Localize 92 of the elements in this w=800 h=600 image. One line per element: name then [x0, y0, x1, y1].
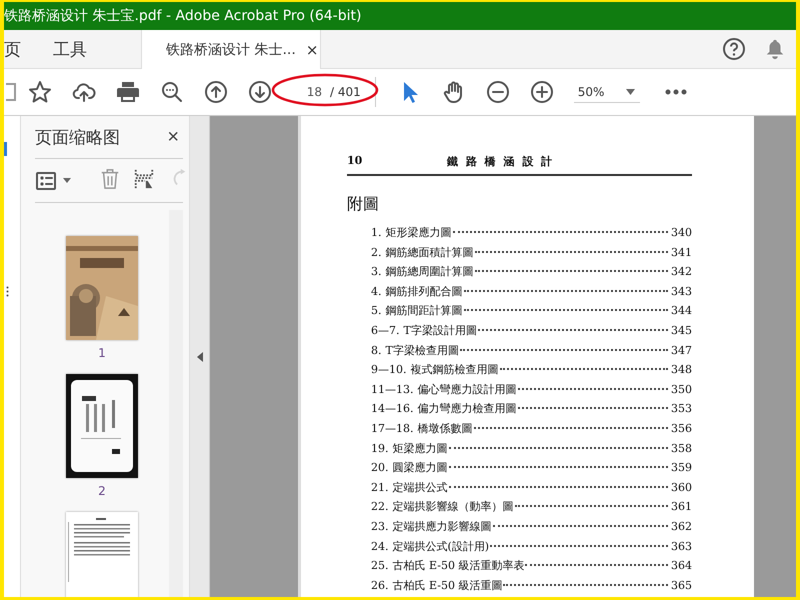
entry-page: 365 — [670, 578, 692, 592]
entry-number: 3. — [371, 265, 382, 278]
entry-title: 古柏氏 E-50 級活重動率表 — [392, 558, 524, 574]
entry-page: 353 — [670, 402, 692, 416]
entry-number: 20. — [371, 461, 388, 474]
entry-number: 26. — [371, 578, 388, 592]
collapse-handle[interactable] — [189, 116, 210, 597]
entry-number: 21. — [371, 480, 388, 494]
entry-page: 348 — [670, 363, 692, 376]
entry-number: 4. — [371, 284, 382, 298]
star-icon[interactable] — [28, 80, 52, 104]
entry-number: 2. — [371, 246, 382, 259]
entry-number: 22. — [371, 500, 388, 514]
entry-page: 341 — [670, 246, 692, 259]
page-number: 10 — [347, 154, 364, 169]
entry-page: 359 — [670, 461, 692, 474]
entry-number: 8. — [371, 344, 382, 357]
document-tab[interactable]: 铁路桥涵设计 朱士... × — [141, 30, 321, 69]
entry-title: 偏心彎應力設計用圖 — [418, 382, 516, 397]
close-button[interactable]: × — [163, 126, 183, 148]
entry-page: 358 — [670, 442, 692, 455]
entry-title: 鋼筋排列配合圖 — [386, 284, 462, 299]
entry-number: 5. — [371, 304, 382, 318]
collapse-arrow-icon[interactable] — [196, 352, 202, 362]
entry-title: 古柏氏 E-50 級活重圖 — [392, 578, 502, 593]
entry-title: 鋼筋間距計算圖 — [386, 303, 462, 318]
entry-page: 356 — [670, 422, 692, 435]
section-heading: 附圖 — [347, 194, 380, 215]
entry-number: 11—13. — [371, 382, 414, 396]
entry-page: 342 — [670, 265, 692, 278]
print-icon[interactable] — [116, 80, 140, 104]
entry-page: 362 — [670, 520, 692, 533]
entry-title: 偏力彎應力檢查用圖 — [418, 401, 516, 416]
insert-page-icon[interactable] — [133, 168, 155, 190]
entry-page: 347 — [670, 344, 692, 357]
active-indicator — [4, 142, 7, 156]
panel-title: 页面缩略图 — [35, 126, 120, 148]
toolbar-edge-icon[interactable] — [6, 83, 16, 101]
entry-number: 17—18. — [371, 422, 414, 435]
entry-title: 矩形梁應力圖 — [386, 225, 452, 240]
entry-number: 14—16. — [371, 402, 414, 416]
zoom-dropdown[interactable]: 50% — [574, 82, 640, 102]
page-label: 1 — [98, 346, 106, 360]
caret-icon — [626, 88, 636, 94]
entry-title: 矩梁應力圖 — [392, 440, 448, 456]
zoom-in-icon[interactable] — [530, 80, 554, 104]
entry-number: 19. — [371, 442, 388, 455]
page-count: / 401 — [330, 85, 361, 99]
entry-title: 定端拱公式 — [392, 480, 448, 495]
more-icon[interactable] — [6, 286, 9, 297]
entry-page: 360 — [670, 480, 692, 494]
entry-title: 橋墩係數圖 — [418, 420, 472, 436]
entry-title: T字梁檢查用圖 — [386, 342, 459, 358]
entry-page: 345 — [670, 324, 692, 337]
entry-number: 1. — [371, 226, 382, 239]
zoom-search-icon[interactable] — [160, 80, 184, 104]
arrow-up-icon[interactable] — [204, 80, 228, 104]
arrow-down-icon[interactable] — [248, 80, 272, 104]
window-title: 铁路桥涵设计 朱士宝.pdf - Adobe Acrobat Pro (64-bit) — [4, 7, 362, 25]
entry-page: 343 — [670, 284, 692, 298]
entry-page: 361 — [670, 500, 692, 514]
entry-title: T字梁設計用圖 — [404, 322, 477, 338]
help-icon[interactable] — [722, 37, 746, 61]
entry-title: 圓梁應力圖 — [392, 460, 448, 476]
entry-page: 363 — [670, 540, 692, 552]
entry-title: 複式鋼筋檢查用圖 — [410, 362, 498, 378]
home-tab[interactable]: 页 — [4, 30, 39, 68]
entry-page: 344 — [670, 304, 692, 318]
page-label: 2 — [98, 484, 106, 498]
entry-title: 鋼筋總周圍計算圖 — [386, 264, 474, 280]
scrollbar-track[interactable] — [169, 210, 183, 597]
close-icon[interactable]: × — [306, 40, 318, 58]
entry-page: 340 — [670, 226, 692, 239]
tools-tab[interactable]: 工具 — [53, 30, 105, 68]
running-title: 鐵 路 橋 涵 設 計 — [447, 154, 554, 169]
entry-number: 23. — [371, 520, 388, 533]
entry-title: 鋼筋總面積計算圖 — [386, 244, 474, 260]
zoom-out-icon[interactable] — [486, 80, 510, 104]
trash-icon[interactable] — [99, 168, 121, 190]
caret-icon[interactable] — [63, 178, 71, 183]
entry-title: 定端拱應力影響線圖 — [392, 518, 492, 534]
entry-number: 6—7. — [371, 324, 400, 337]
entry-number: 9—10. — [371, 363, 406, 376]
entry-page: 350 — [670, 382, 692, 396]
bell-icon[interactable] — [764, 38, 786, 60]
more-icon[interactable] — [664, 89, 687, 95]
entry-number: 25. — [371, 559, 388, 572]
entry-number: 24. — [371, 540, 388, 552]
page-number-field[interactable]: 18 — [292, 85, 322, 99]
entry-title: 定端拱公式(設計用) — [392, 538, 490, 554]
entry-page: 364 — [670, 559, 692, 572]
entry-title: 定端拱影響線（動率）圖 — [392, 499, 514, 514]
